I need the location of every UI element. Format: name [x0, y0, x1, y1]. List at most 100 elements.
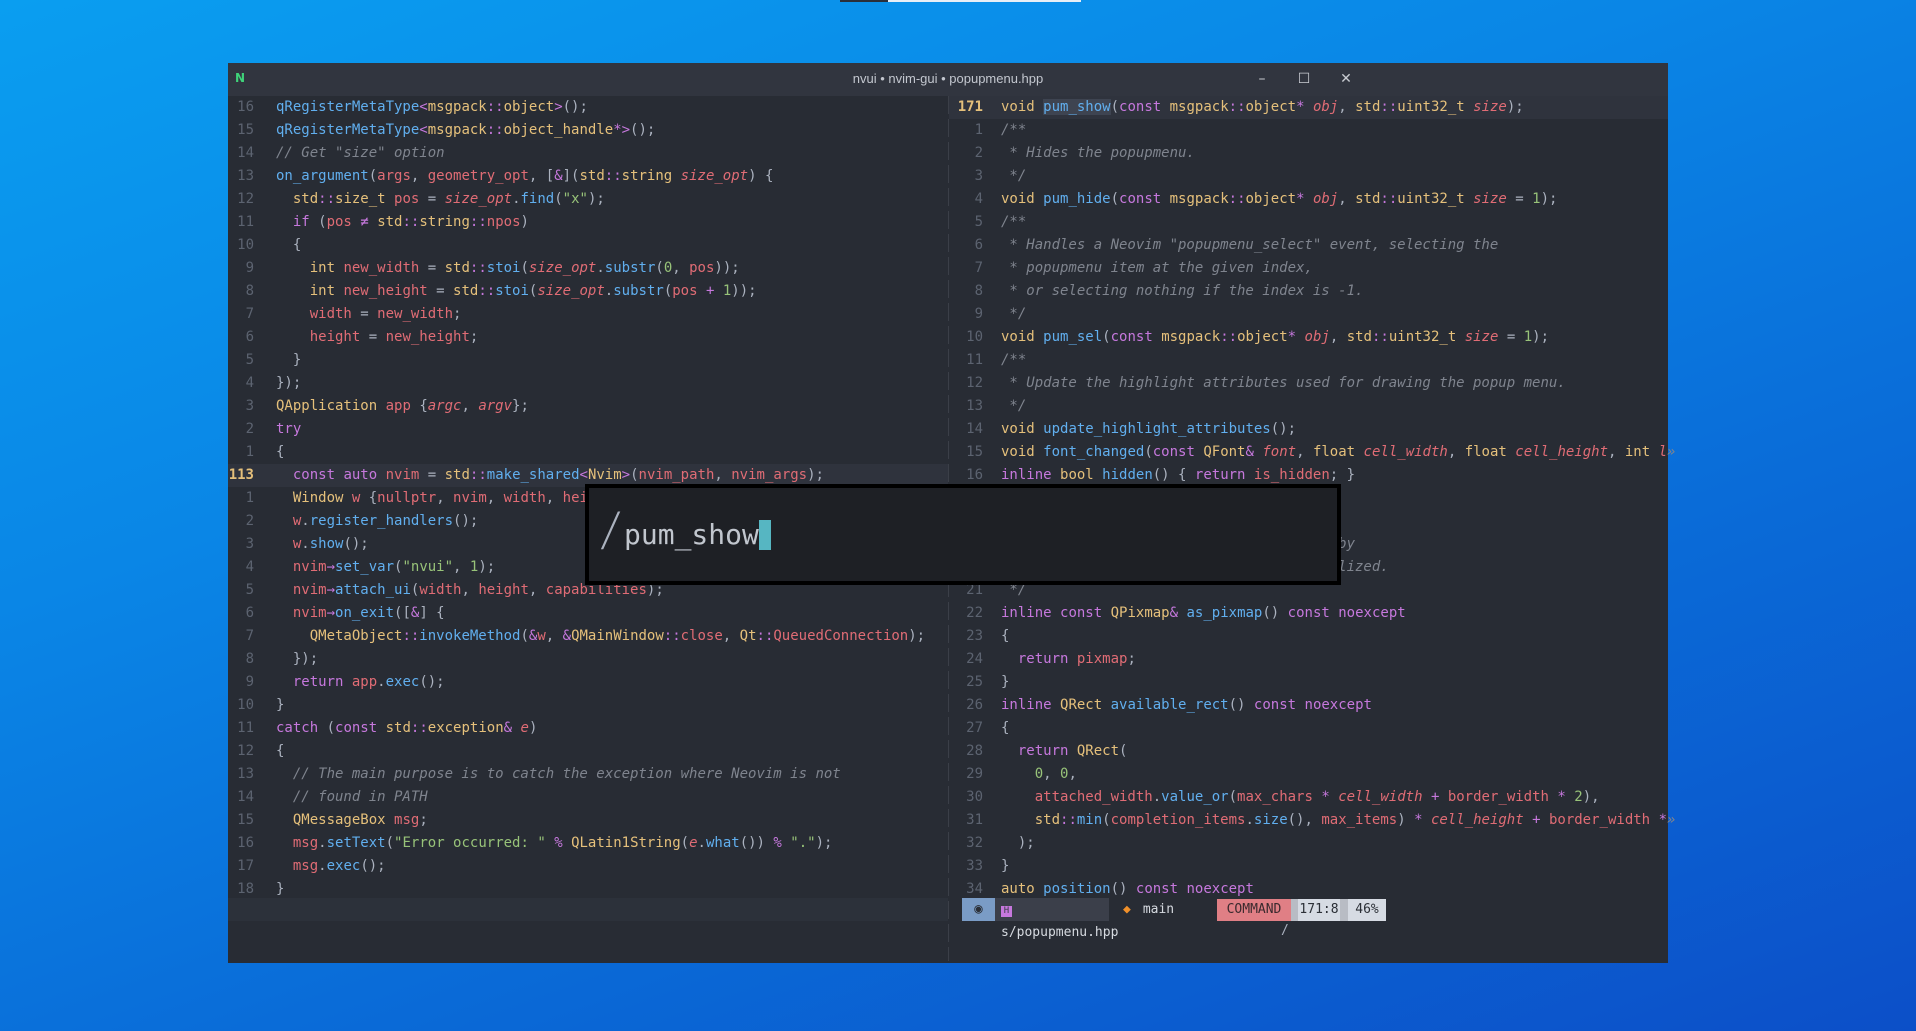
code-line[interactable]: 31 std::min(completion_items.size(), max…	[949, 809, 1675, 832]
code-line[interactable]: 2 * Hides the popupmenu.	[949, 142, 1668, 165]
line-code: }	[1001, 674, 1010, 690]
code-line[interactable]: 22 inline const QPixmap& as_pixmap() cons…	[949, 602, 1668, 625]
line-code: try	[276, 421, 302, 437]
code-line[interactable]: 9 return app.exec();	[228, 671, 948, 694]
code-line[interactable]: 11 catch (const std::exception& e)	[228, 717, 948, 740]
code-line[interactable]: 10}	[228, 694, 948, 717]
code-line[interactable]: 11 /**	[949, 349, 1668, 372]
cursor-position: 171:8	[1298, 899, 1340, 921]
title-bar[interactable]: N nvui • nvim-gui • popupmenu.hpp – ☐ ✕	[228, 63, 1668, 96]
code-line[interactable]: 11 if (pos ≠ std::string::npos)	[228, 211, 948, 234]
line-number: 24	[966, 651, 983, 667]
line-code: qRegisterMetaType<msgpack::object_handle…	[276, 122, 656, 138]
line-code: /**	[1001, 122, 1027, 138]
line-code: QMetaObject::invokeMethod(&w, &QMainWind…	[309, 628, 926, 644]
code-line[interactable]: 14 // Get "size" option	[228, 142, 948, 165]
search-input[interactable]: pum_show	[624, 518, 771, 551]
statusline-file: Hs/popupmenu.hpp	[995, 898, 1118, 940]
code-line[interactable]: 8 });	[228, 648, 948, 671]
line-number: 7	[245, 306, 254, 322]
code-line[interactable]: 5 /**	[949, 211, 1668, 234]
code-line[interactable]: 7 * popupmenu item at the given index,	[949, 257, 1668, 280]
code-line[interactable]: 28 return QRect(	[949, 740, 1668, 763]
line-code: nvim→set_var("nvui", 1);	[292, 559, 496, 575]
maximize-button[interactable]: ☐	[1289, 69, 1319, 89]
line-number: 10	[237, 237, 254, 253]
code-line[interactable]: 5 }	[228, 349, 948, 372]
code-line[interactable]: 13 */	[949, 395, 1668, 418]
code-line[interactable]: 14 // found in PATH	[228, 786, 948, 809]
code-line[interactable]: 14 void update_highlight_attributes();	[949, 418, 1668, 441]
line-code: });	[276, 375, 302, 391]
statusline-gap	[1291, 899, 1298, 921]
minimize-button[interactable]: –	[1247, 69, 1277, 89]
maximize-icon: ☐	[1297, 71, 1311, 87]
code-line[interactable]: 29 0, 0,	[949, 763, 1668, 786]
code-line[interactable]: 1 /**	[949, 119, 1668, 142]
code-line[interactable]: 32 );	[949, 832, 1668, 855]
code-line[interactable]: 4});	[228, 372, 948, 395]
top-bar-dark-segment	[840, 0, 888, 2]
line-number: 13	[237, 168, 254, 184]
code-line[interactable]: 15 qRegisterMetaType<msgpack::object_hand…	[228, 119, 948, 142]
line-number: 8	[245, 651, 254, 667]
line-number: 113	[228, 467, 254, 483]
search-cmdline-popup[interactable]: / pum_show	[585, 484, 1341, 585]
code-line[interactable]: 171 void pum_show(const msgpack::object* …	[949, 96, 1668, 119]
nvui-window: N nvui • nvim-gui • popupmenu.hpp – ☐ ✕ …	[228, 63, 1675, 963]
code-line[interactable]: 7 width = new_width;	[228, 303, 948, 326]
code-line[interactable]: 6 height = new_height;	[228, 326, 948, 349]
code-line[interactable]: 2 try	[228, 418, 948, 441]
code-line[interactable]: 8 * or selecting nothing if the index is…	[949, 280, 1668, 303]
line-number: 16	[237, 99, 254, 115]
line-number: 16	[237, 835, 254, 851]
code-line[interactable]: 9 int new_width = std::stoi(size_opt.sub…	[228, 257, 948, 280]
code-line[interactable]: 25}	[949, 671, 1668, 694]
code-line[interactable]: 10 void pum_sel(const msgpack::object* ob…	[949, 326, 1668, 349]
code-line[interactable]: 3 */	[949, 165, 1668, 188]
code-line[interactable]: 13 // The main purpose is to catch the e…	[228, 763, 948, 786]
line-code: QMessageBox msg;	[292, 812, 428, 828]
line-number: 15	[237, 122, 254, 138]
code-line[interactable]: 12 {	[228, 740, 948, 763]
code-line[interactable]: 16 qRegisterMetaType<msgpack::object>();	[228, 96, 948, 119]
code-line[interactable]: 12 * Update the highlight attributes use…	[949, 372, 1668, 395]
line-code: msg.setText("Error occurred: " % QLatin1…	[292, 835, 833, 851]
code-line[interactable]: 7 QMetaObject::invokeMethod(&w, &QMainWi…	[228, 625, 948, 648]
code-line[interactable]: 33}	[949, 855, 1668, 878]
code-line[interactable]: 13 on_argument(args, geometry_opt, [&](st…	[228, 165, 948, 188]
code-line[interactable]: 30 attached_width.value_or(max_chars * c…	[949, 786, 1668, 809]
command-line[interactable]: /	[1281, 923, 1289, 938]
code-line[interactable]: 6 nvim→on_exit([&] {	[228, 602, 948, 625]
code-line[interactable]: 15 QMessageBox msg;	[228, 809, 948, 832]
vim-mode-icon: ◉	[974, 901, 983, 917]
code-line[interactable]: 16 msg.setText("Error occurred: " % QLat…	[228, 832, 948, 855]
line-number: 14	[237, 789, 254, 805]
line-number: 28	[966, 743, 983, 759]
line-code: catch (const std::exception& e)	[276, 720, 538, 736]
close-button[interactable]: ✕	[1331, 69, 1361, 89]
code-line[interactable]: 24 return pixmap;	[949, 648, 1668, 671]
code-line[interactable]: 6 * Handles a Neovim "popupmenu_select" …	[949, 234, 1668, 257]
code-line[interactable]: 10 {	[228, 234, 948, 257]
search-prefix: /	[599, 502, 623, 556]
line-code: {	[276, 237, 302, 253]
code-line[interactable]: 26 inline QRect available_rect() const no…	[949, 694, 1668, 717]
code-line[interactable]: 15 void font_changed(const QFont& font, f…	[949, 441, 1675, 464]
code-line[interactable]: 9 */	[949, 303, 1668, 326]
line-code: void pum_hide(const msgpack::object* obj…	[1001, 191, 1558, 207]
code-line[interactable]: 3 QApplication app {argc, argv};	[228, 395, 948, 418]
code-line[interactable]: 23 {	[949, 625, 1668, 648]
line-number: 5	[245, 352, 254, 368]
code-line[interactable]: 4 void pum_hide(const msgpack::object* ob…	[949, 188, 1668, 211]
header-file-icon: H	[1001, 906, 1012, 917]
line-number: 22	[966, 605, 983, 621]
code-line[interactable]: 17 msg.exec();	[228, 855, 948, 878]
code-line[interactable]: 12 std::size_t pos = size_opt.find("x");	[228, 188, 948, 211]
line-number: 171	[957, 99, 983, 115]
line-number: 1	[974, 122, 983, 138]
code-line[interactable]: 27 {	[949, 717, 1668, 740]
code-line[interactable]: 1{	[228, 441, 948, 464]
code-line[interactable]: 8 int new_height = std::stoi(size_opt.su…	[228, 280, 948, 303]
line-code: on_argument(args, geometry_opt, [&](std:…	[276, 168, 774, 184]
